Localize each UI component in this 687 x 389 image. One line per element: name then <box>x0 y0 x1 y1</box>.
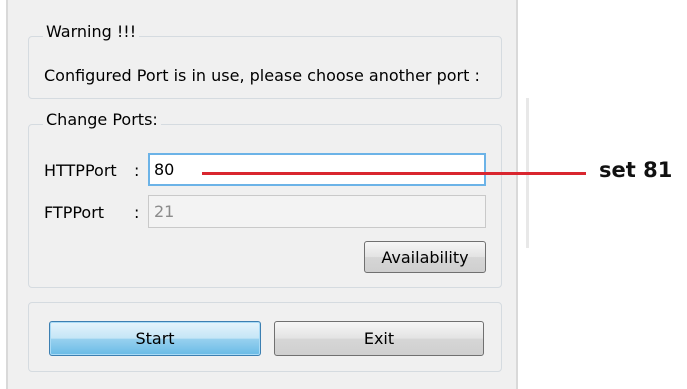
ftp-port-label: FTPPort <box>44 203 105 222</box>
warning-title: Warning !!! <box>43 22 140 42</box>
ftp-port-input: 21 <box>148 195 486 228</box>
ftp-port-colon: : <box>134 203 140 222</box>
warning-message: Configured Port is in use, please choose… <box>44 66 480 85</box>
change-ports-title: Change Ports: <box>43 110 161 130</box>
annotation-arrow-line <box>202 172 586 175</box>
http-port-label: HTTPPort <box>44 161 117 180</box>
start-button[interactable]: Start <box>49 321 261 356</box>
http-port-input[interactable]: 80 <box>148 153 486 186</box>
port-dialog: Warning !!! Configured Port is in use, p… <box>6 0 518 389</box>
warning-group: Warning !!! Configured Port is in use, p… <box>28 22 502 99</box>
change-ports-group: Change Ports: HTTPPort : 80 FTPPort : 21… <box>28 110 502 288</box>
http-port-colon: : <box>134 161 140 180</box>
availability-button[interactable]: Availability <box>364 241 486 273</box>
annotation-label: set 81 <box>599 158 673 182</box>
actions-group: Start Exit <box>28 302 502 372</box>
exit-button[interactable]: Exit <box>274 321 484 356</box>
